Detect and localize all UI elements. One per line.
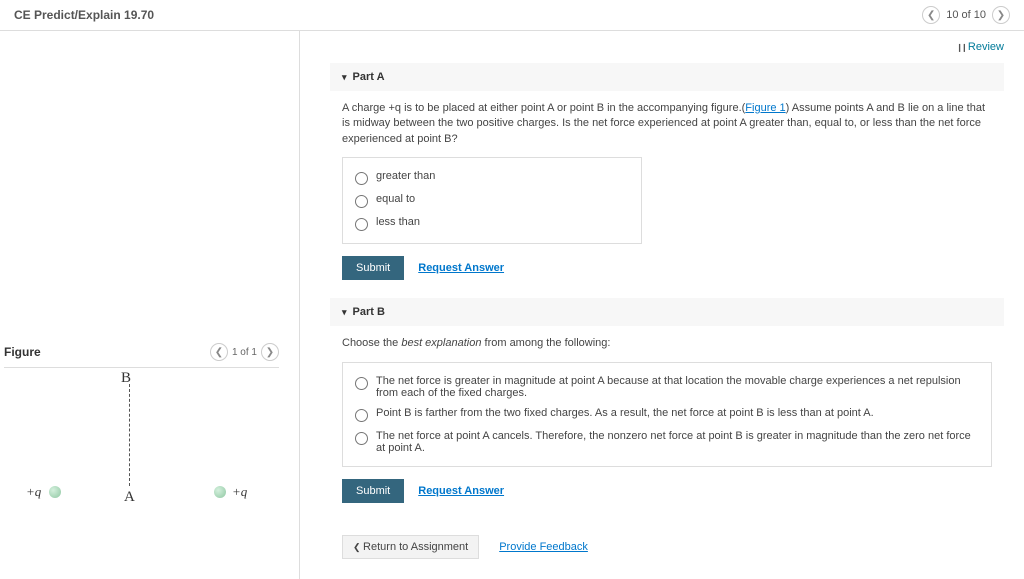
content-panel: Review Part A A charge +q is to be place… <box>300 31 1024 579</box>
figure-title: Figure <box>4 345 41 359</box>
radio-less-than[interactable] <box>355 218 368 231</box>
part-b-prompt: Choose the best explanation from among t… <box>330 336 1004 361</box>
main-layout: Figure ❮ 1 of 1 ❯ B A +q +q Review Part … <box>0 31 1024 579</box>
option-equal-to[interactable]: equal to <box>355 189 629 212</box>
question-nav: ❮ 10 of 10 ❯ <box>922 6 1010 24</box>
part-a-request-answer-link[interactable]: Request Answer <box>418 262 504 274</box>
header-bar: CE Predict/Explain 19.70 ❮ 10 of 10 ❯ <box>0 0 1024 31</box>
radio-explanation-1[interactable] <box>355 377 368 390</box>
figure-charge-label-left: +q <box>26 484 41 500</box>
figure-charge-right <box>214 486 226 498</box>
prev-question-button[interactable]: ❮ <box>922 6 940 24</box>
radio-equal-to[interactable] <box>355 195 368 208</box>
provide-feedback-link[interactable]: Provide Feedback <box>499 541 588 553</box>
option-explanation-2[interactable]: Point B is farther from the two fixed ch… <box>355 403 979 426</box>
part-a-question: A charge +q is to be placed at either po… <box>330 101 1004 157</box>
figure-charge-label-right: +q <box>232 484 247 500</box>
part-b-header[interactable]: Part B <box>330 298 1004 326</box>
part-a-submit-button[interactable]: Submit <box>342 256 404 280</box>
option-explanation-1[interactable]: The net force is greater in magnitude at… <box>355 371 979 403</box>
figure-1-link[interactable]: Figure 1 <box>745 102 785 114</box>
radio-greater-than[interactable] <box>355 172 368 185</box>
figure-label-a: A <box>124 489 135 506</box>
figure-charge-left <box>49 486 61 498</box>
option-less-than[interactable]: less than <box>355 212 629 235</box>
figure-prev-button[interactable]: ❮ <box>210 343 228 361</box>
question-position: 10 of 10 <box>946 9 986 21</box>
part-b-options: The net force is greater in magnitude at… <box>342 362 992 467</box>
part-a-header[interactable]: Part A <box>330 63 1004 91</box>
part-b-request-answer-link[interactable]: Request Answer <box>418 485 504 497</box>
page-title: CE Predict/Explain 19.70 <box>14 8 154 22</box>
radio-explanation-2[interactable] <box>355 409 368 422</box>
review-link[interactable]: Review <box>956 41 1004 53</box>
option-greater-than[interactable]: greater than <box>355 166 629 189</box>
part-b-submit-button[interactable]: Submit <box>342 479 404 503</box>
figure-next-button[interactable]: ❯ <box>261 343 279 361</box>
figure-position: 1 of 1 <box>232 347 257 358</box>
radio-explanation-3[interactable] <box>355 432 368 445</box>
figure-nav: ❮ 1 of 1 ❯ <box>210 343 279 361</box>
option-explanation-3[interactable]: The net force at point A cancels. Theref… <box>355 426 979 458</box>
return-to-assignment-button[interactable]: Return to Assignment <box>342 535 479 559</box>
figure-canvas: B A +q +q <box>4 384 279 504</box>
part-a-options: greater than equal to less than <box>342 157 642 244</box>
figure-panel: Figure ❮ 1 of 1 ❯ B A +q +q <box>0 31 300 579</box>
next-question-button[interactable]: ❯ <box>992 6 1010 24</box>
figure-dashed-line <box>129 384 130 486</box>
